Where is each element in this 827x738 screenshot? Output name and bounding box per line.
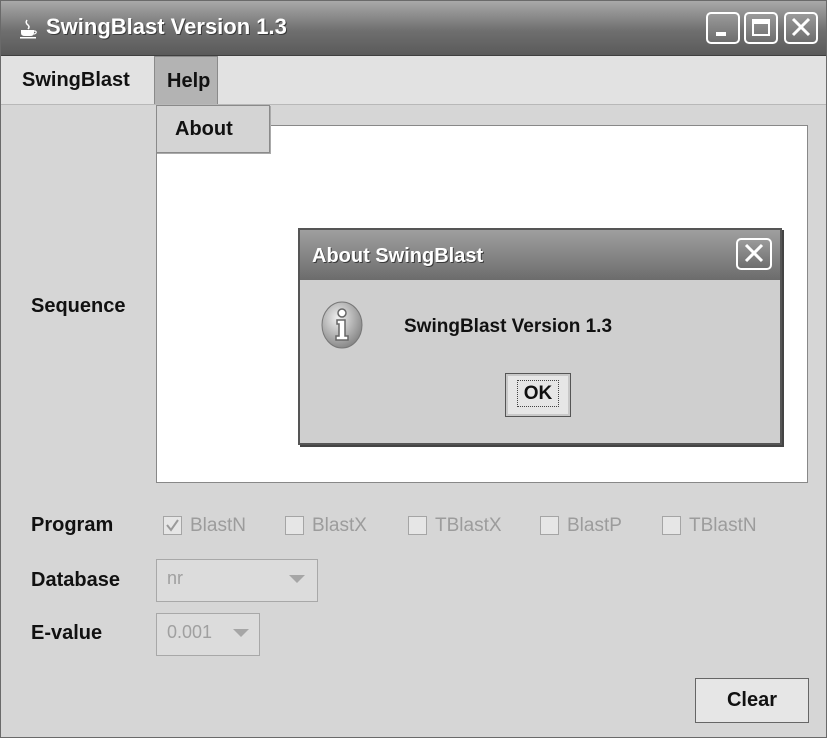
close-icon [791,17,811,37]
evalue-value: 0.001 [167,622,213,642]
menu-swingblast[interactable]: SwingBlast [10,56,142,104]
dialog-title: About SwingBlast [312,245,484,267]
program-label: Program [31,514,114,536]
menu-help[interactable]: Help [154,56,218,104]
database-label: Database [31,569,120,591]
chevron-down-icon [289,575,305,583]
checkbox-label: TBlastN [689,515,757,536]
java-cup-icon [20,19,37,39]
dialog-close-button[interactable] [736,238,772,270]
checkbox-box [163,516,182,535]
dialog-title-bar[interactable]: About SwingBlast [300,230,780,280]
checkmark-icon [166,519,179,532]
checkbox-label: TBlastX [435,515,502,536]
close-icon [744,243,764,263]
close-button[interactable] [784,12,818,44]
minimize-button[interactable] [706,12,740,44]
ok-button[interactable]: OK [505,373,571,417]
checkbox-box [662,516,681,535]
menu-bar: SwingBlast Help [1,56,826,105]
info-icon [321,301,363,349]
chevron-down-icon [233,629,249,637]
minimize-icon [716,32,726,36]
ok-button-label: OK [516,380,560,407]
title-bar[interactable]: SwingBlast Version 1.3 [1,1,826,56]
checkbox-box [285,516,304,535]
main-window: SwingBlast Version 1.3 SwingBlast Help S… [0,0,827,738]
maximize-button[interactable] [744,12,778,44]
checkbox-label: BlastN [190,515,246,536]
checkbox-box [540,516,559,535]
checkbox-box [408,516,427,535]
database-select[interactable]: nr [156,559,318,602]
window-title: SwingBlast Version 1.3 [46,14,287,39]
clear-button[interactable]: Clear [695,678,809,723]
evalue-label: E-value [31,622,103,644]
checkbox-label: BlastP [567,515,622,536]
database-value: nr [167,568,184,588]
help-dropdown-menu: About [156,105,270,153]
maximize-icon [752,19,770,36]
dialog-message: SwingBlast Version 1.3 [404,316,613,337]
about-dialog: About SwingBlast SwingBlast Version 1.3 … [298,228,782,445]
checkbox-label: BlastX [312,515,367,536]
menu-item-about[interactable]: About [175,106,233,152]
evalue-select[interactable]: 0.001 [156,613,260,656]
sequence-label: Sequence [31,295,126,317]
